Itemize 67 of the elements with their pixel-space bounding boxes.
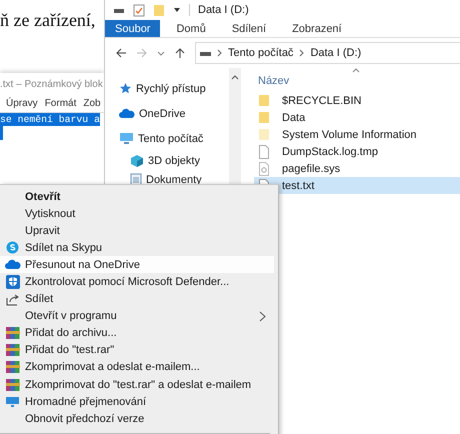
properties-icon[interactable] [133,4,145,16]
back-icon[interactable] [115,47,127,59]
nav-item[interactable]: Dokumenty [146,174,202,186]
file-row[interactable]: pagefile.sys [254,160,460,177]
column-header[interactable]: Název [258,75,290,87]
chevron-right-icon [217,49,222,57]
cloud-icon [4,259,20,270]
file-icon [258,144,270,158]
window-title: Data I (D:) [198,4,249,16]
archive-books-icon [6,360,20,374]
cube-icon [130,154,144,168]
ribbon-tab[interactable]: Sdílení [222,20,276,37]
folder-icon [258,94,270,107]
menu-item[interactable]: Přesunout na OneDrive [0,256,274,274]
menu-item[interactable]: Zkontrolovat pomocí Microsoft Defender... [0,273,274,291]
nav-item[interactable]: Tento počítač [138,132,204,144]
archive-books-icon [6,326,20,340]
archive-books-icon [6,378,20,392]
breadcrumb-item[interactable]: Tento počítač [228,47,294,59]
star-icon [119,82,132,95]
file-row[interactable]: DumpStack.log.tmp [254,143,460,160]
shield-icon [6,275,20,290]
menu-item[interactable]: Upravit [0,222,274,240]
sort-caret-icon [352,68,360,73]
up-arrow-icon[interactable] [174,47,186,59]
archive-books-icon [6,343,20,358]
menu-item[interactable]: Zkomprimovat do "test.rar" a odeslat e-mailem [0,376,274,394]
nav-item[interactable]: Rychlý přístup [136,82,206,94]
menu-item[interactable]: Obnovit předchozí verze [0,410,274,428]
window-title: .txt – Poznámkový blok [0,79,103,90]
menu-item[interactable]: Vytisknout [0,205,274,222]
gear-file-icon [258,162,270,176]
ribbon-tab[interactable]: Soubor [105,20,160,37]
document-text: ň ze zařízení, [0,10,96,31]
skype-icon [6,241,19,254]
monitor-icon [5,395,20,408]
menu-item[interactable]: Sdílet [0,290,274,308]
ribbon-tab[interactable]: Zobrazení [282,20,352,37]
nav-item[interactable]: OneDrive [139,108,186,120]
menu-item[interactable]: Otevřít v programu [0,308,274,325]
file-row[interactable]: test.txt [254,177,460,194]
scroll-up-icon[interactable] [231,74,239,80]
menu-item[interactable]: Hromadné přejmenování [0,393,274,410]
file-row[interactable]: System Volume Information [254,126,460,143]
ribbon-tab[interactable]: Domů [166,20,216,37]
menu-item[interactable]: Sdílet na Skypu [0,239,274,256]
menu-item[interactable]: Zob [83,98,101,109]
menu-item[interactable]: Formát [44,98,76,109]
nav-item[interactable]: 3D objekty [148,154,200,166]
chevron-down-icon[interactable] [157,49,165,57]
chevron-right-icon [259,310,266,322]
folder-icon [258,111,270,124]
address-bar[interactable]: Tento počítač Data I (D:) [195,42,460,64]
file-row[interactable]: Data [254,109,460,126]
folder-icon [258,128,270,141]
menu-item[interactable]: Zkomprimovat a odeslat e-mailem... [0,358,274,376]
monitor-icon [119,132,134,145]
share-icon [6,292,20,306]
menu-item[interactable]: Úpravy [6,98,38,109]
menu-item[interactable]: Přidat do archivu... [0,324,274,342]
cloud-icon [119,108,135,119]
dropdown-icon[interactable] [173,6,181,14]
chevron-right-icon [299,49,304,57]
breadcrumb-item[interactable]: Data I (D:) [310,47,362,59]
file-row[interactable]: $RECYCLE.BIN [254,92,460,109]
text-selection-block [0,126,3,140]
menu-item[interactable]: Přidat do "test.rar" [0,342,274,359]
